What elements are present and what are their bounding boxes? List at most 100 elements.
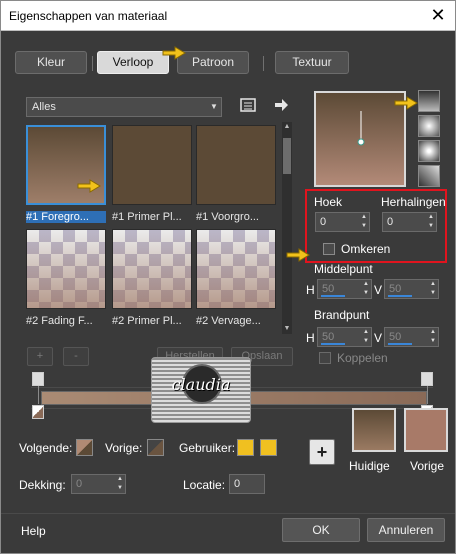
current-gradient-swatch[interactable] bbox=[352, 408, 396, 452]
angle-label: Hoek bbox=[314, 195, 343, 209]
center-h-label: H bbox=[306, 283, 315, 297]
scroll-down-icon[interactable]: ▼ bbox=[282, 324, 292, 334]
close-icon[interactable]: ✕ bbox=[429, 6, 447, 25]
pointing-hand-icon bbox=[77, 179, 101, 193]
tab-verloop[interactable]: Verloop bbox=[97, 51, 169, 74]
radial-gradient-type-button[interactable] bbox=[418, 140, 440, 162]
repeats-value: 0 bbox=[387, 216, 394, 228]
transparency-stop-end[interactable] bbox=[421, 372, 433, 386]
gallery-item-label: #1 Primer Pl... bbox=[112, 211, 182, 223]
tab-divider bbox=[92, 56, 93, 71]
gallery-filter-select[interactable]: Alles ▼ bbox=[26, 97, 222, 117]
cancel-button[interactable]: Annuleren bbox=[367, 518, 445, 542]
spinner-arrows-icon[interactable]: ▲ ▼ bbox=[361, 328, 371, 346]
focal-h-value: 50 bbox=[322, 331, 335, 343]
pointing-hand-icon bbox=[394, 96, 418, 110]
claudia-watermark: claudia bbox=[151, 357, 251, 423]
spinner-arrows-icon[interactable]: ▲ ▼ bbox=[361, 280, 371, 298]
prev-stop-swatch[interactable] bbox=[147, 439, 164, 456]
tab-kleur[interactable]: Kleur bbox=[15, 51, 87, 74]
list-view-icon[interactable] bbox=[240, 97, 256, 113]
center-h-slider-fill bbox=[321, 295, 345, 297]
spinner-arrows-icon[interactable]: ▲ ▼ bbox=[426, 213, 436, 231]
focal-point-label: Brandpunt bbox=[314, 308, 370, 322]
user-color-swatch[interactable] bbox=[237, 439, 254, 456]
gradient-gallery: #1 Foregro... #1 Primer Pl... #1 Voorgro… bbox=[26, 122, 288, 334]
location-label: Locatie: bbox=[183, 478, 226, 492]
linear-gradient-type-button[interactable] bbox=[418, 90, 440, 112]
window-title: Eigenschappen van materiaal bbox=[9, 9, 168, 23]
focal-v-label: V bbox=[374, 331, 383, 345]
center-h-spinner[interactable]: 50 ▲ ▼ bbox=[317, 279, 372, 299]
prev-label: Vorige: bbox=[105, 441, 143, 455]
gallery-filter-value: Alles bbox=[32, 101, 56, 113]
tab-textuur[interactable]: Textuur bbox=[275, 51, 349, 74]
scrollbar-thumb[interactable] bbox=[283, 138, 291, 174]
chevron-down-icon: ▼ bbox=[210, 102, 218, 111]
next-stop-swatch[interactable] bbox=[76, 439, 93, 456]
center-v-value: 50 bbox=[389, 283, 402, 295]
location-value: 0 bbox=[234, 478, 241, 490]
material-properties-dialog: Eigenschappen van materiaal ✕ Kleur Verl… bbox=[0, 0, 456, 554]
rectangular-gradient-type-button[interactable] bbox=[418, 115, 440, 137]
gallery-item[interactable]: #2 Vervage... bbox=[196, 229, 276, 327]
gallery-item[interactable]: #1 Foregro... bbox=[26, 125, 106, 223]
gallery-item[interactable]: #1 Primer Pl... bbox=[112, 125, 192, 223]
gallery-item-label: #1 Foregro... bbox=[26, 211, 106, 223]
footer-divider bbox=[1, 513, 455, 514]
spinner-arrows-icon[interactable]: ▲ ▼ bbox=[359, 213, 369, 231]
next-label: Volgende: bbox=[19, 441, 73, 455]
tab-patroon[interactable]: Patroon bbox=[177, 51, 249, 74]
center-v-label: V bbox=[374, 283, 383, 297]
previous-label: Vorige bbox=[410, 459, 445, 473]
focal-h-slider-fill bbox=[321, 343, 345, 345]
gallery-item[interactable]: #2 Primer Pl... bbox=[112, 229, 192, 327]
repeats-spinner[interactable]: 0 ▲ ▼ bbox=[382, 212, 437, 232]
angle-handle-icon[interactable] bbox=[354, 109, 368, 147]
gradient-thumbnail bbox=[112, 125, 192, 205]
pointing-hand-icon bbox=[286, 248, 310, 262]
center-v-spinner[interactable]: 50 ▲ ▼ bbox=[384, 279, 439, 299]
scroll-up-icon[interactable]: ▲ bbox=[282, 122, 292, 132]
focal-h-spinner[interactable]: 50 ▲ ▼ bbox=[317, 327, 372, 347]
invert-label: Omkeren bbox=[341, 242, 391, 256]
sunburst-gradient-type-button[interactable] bbox=[418, 165, 440, 187]
invert-checkbox[interactable] bbox=[323, 243, 335, 255]
opacity-value: 0 bbox=[76, 478, 83, 490]
spinner-arrows-icon[interactable]: ▲ ▼ bbox=[428, 328, 438, 346]
help-link[interactable]: Help bbox=[21, 524, 46, 538]
user-color-swatch-2[interactable] bbox=[260, 439, 277, 456]
remove-gradient-button[interactable]: - bbox=[63, 347, 89, 366]
tab-divider bbox=[263, 56, 264, 71]
angle-spinner[interactable]: 0 ▲ ▼ bbox=[315, 212, 370, 232]
arrow-right-icon[interactable] bbox=[273, 97, 289, 113]
previous-gradient-swatch[interactable] bbox=[404, 408, 448, 452]
color-stop-start[interactable] bbox=[32, 405, 44, 419]
gallery-item[interactable]: #2 Fading F... bbox=[26, 229, 106, 327]
gallery-item[interactable]: #1 Voorgro... bbox=[196, 125, 276, 223]
spinner-arrows-icon[interactable]: ▲ ▼ bbox=[428, 280, 438, 298]
gallery-item-label: #2 Vervage... bbox=[196, 315, 261, 327]
opacity-label: Dekking: bbox=[19, 478, 66, 492]
spinner-arrows-icon[interactable]: ▲ ▼ bbox=[115, 475, 125, 493]
transparency-stop-start[interactable] bbox=[32, 372, 44, 386]
add-gradient-button[interactable]: + bbox=[27, 347, 53, 366]
gradient-thumbnail bbox=[196, 125, 276, 205]
user-label: Gebruiker: bbox=[179, 441, 236, 455]
add-to-swatches-button[interactable]: + bbox=[309, 439, 335, 465]
gradient-thumbnail bbox=[26, 229, 106, 309]
ok-button[interactable]: OK bbox=[282, 518, 360, 542]
angle-value: 0 bbox=[320, 216, 327, 228]
gallery-item-label: #1 Voorgro... bbox=[196, 211, 259, 223]
focal-v-value: 50 bbox=[389, 331, 402, 343]
opacity-spinner[interactable]: 0 ▲ ▼ bbox=[71, 474, 126, 494]
current-label: Huidige bbox=[349, 459, 390, 473]
location-input[interactable]: 0 bbox=[229, 474, 265, 494]
gallery-item-label: #2 Primer Pl... bbox=[112, 315, 182, 327]
gradient-thumbnail bbox=[196, 229, 276, 309]
focal-h-label: H bbox=[306, 331, 315, 345]
gradient-thumbnail bbox=[112, 229, 192, 309]
focal-v-spinner[interactable]: 50 ▲ ▼ bbox=[384, 327, 439, 347]
link-checkbox[interactable] bbox=[319, 352, 331, 364]
gallery-scrollbar[interactable]: ▲ ▼ bbox=[282, 122, 292, 334]
